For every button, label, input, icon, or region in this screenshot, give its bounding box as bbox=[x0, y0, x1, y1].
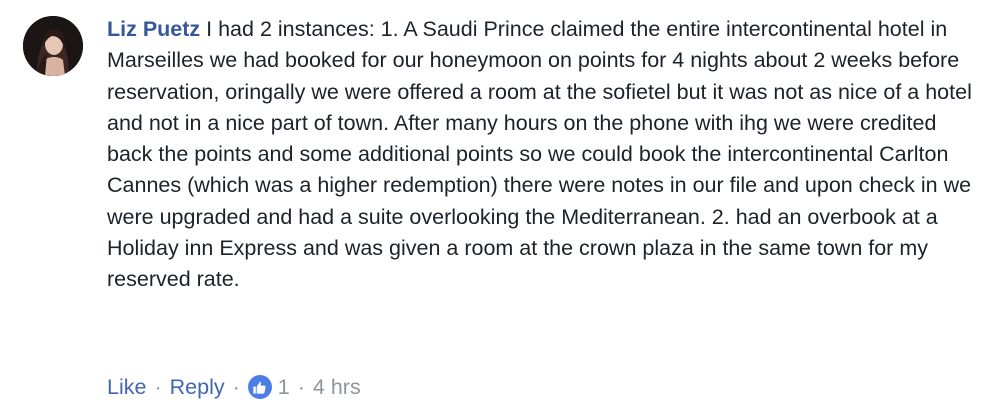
comment-actions: Like · Reply · 1 · 4 hrs bbox=[107, 371, 361, 403]
thumbs-up-icon[interactable] bbox=[247, 375, 272, 399]
comment-text: I had 2 instances: 1. A Saudi Prince cla… bbox=[107, 17, 972, 292]
comment-text-block: Liz Puetz I had 2 instances: 1. A Saudi … bbox=[107, 14, 987, 296]
separator-dot: · bbox=[232, 374, 240, 399]
author-name-link[interactable]: Liz Puetz bbox=[107, 17, 200, 41]
profile-photo-icon bbox=[23, 16, 83, 76]
comment-body: Liz Puetz I had 2 instances: 1. A Saudi … bbox=[107, 14, 987, 296]
comment: Liz Puetz I had 2 instances: 1. A Saudi … bbox=[0, 0, 1002, 410]
reaction-count[interactable]: 1 bbox=[278, 375, 290, 400]
separator-dot: · bbox=[154, 374, 162, 399]
reply-button[interactable]: Reply bbox=[170, 375, 225, 400]
like-button[interactable]: Like bbox=[107, 375, 146, 400]
timestamp-link[interactable]: 4 hrs bbox=[313, 375, 361, 400]
author-avatar[interactable] bbox=[23, 16, 83, 76]
separator-dot: · bbox=[297, 374, 305, 399]
